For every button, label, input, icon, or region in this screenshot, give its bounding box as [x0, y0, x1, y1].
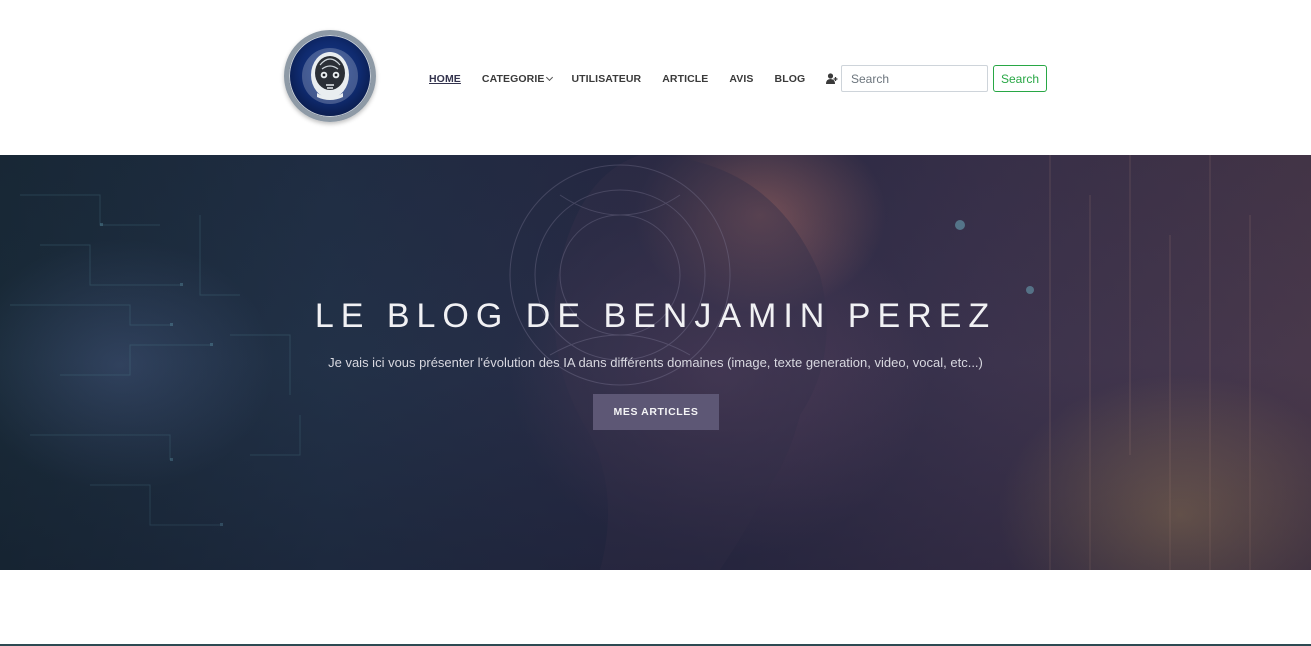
nav-categorie-label: CATEGORIE — [481, 73, 545, 85]
nav-avis[interactable]: AVIS — [729, 73, 753, 85]
nav-blog[interactable]: BLOG — [775, 73, 806, 85]
hero-banner: LE BLOG DE BENJAMIN PEREZ Je vais ici vo… — [0, 155, 1311, 570]
site-header: HOME CATEGORIE UTILISATEUR ARTICLE AVIS … — [0, 0, 1311, 155]
nav-article[interactable]: ARTICLE — [662, 73, 708, 85]
nav-categorie-dropdown[interactable]: CATEGORIE — [481, 73, 554, 85]
nav-home[interactable]: HOME — [429, 73, 461, 85]
main-nav: HOME CATEGORIE UTILISATEUR ARTICLE AVIS … — [429, 66, 872, 92]
site-logo[interactable] — [284, 30, 376, 122]
user-plus-icon[interactable] — [825, 72, 839, 86]
nav-utilisateur[interactable]: UTILISATEUR — [571, 73, 641, 85]
search-button[interactable]: Search — [993, 65, 1047, 92]
search-input[interactable] — [841, 65, 988, 92]
robot-head-icon — [302, 48, 358, 104]
hero-subtitle: Je vais ici vous présenter l'évolution d… — [328, 355, 983, 370]
hero-title: LE BLOG DE BENJAMIN PEREZ — [314, 297, 997, 335]
chevron-down-icon — [546, 73, 554, 82]
mes-articles-button[interactable]: MES ARTICLES — [593, 394, 719, 430]
